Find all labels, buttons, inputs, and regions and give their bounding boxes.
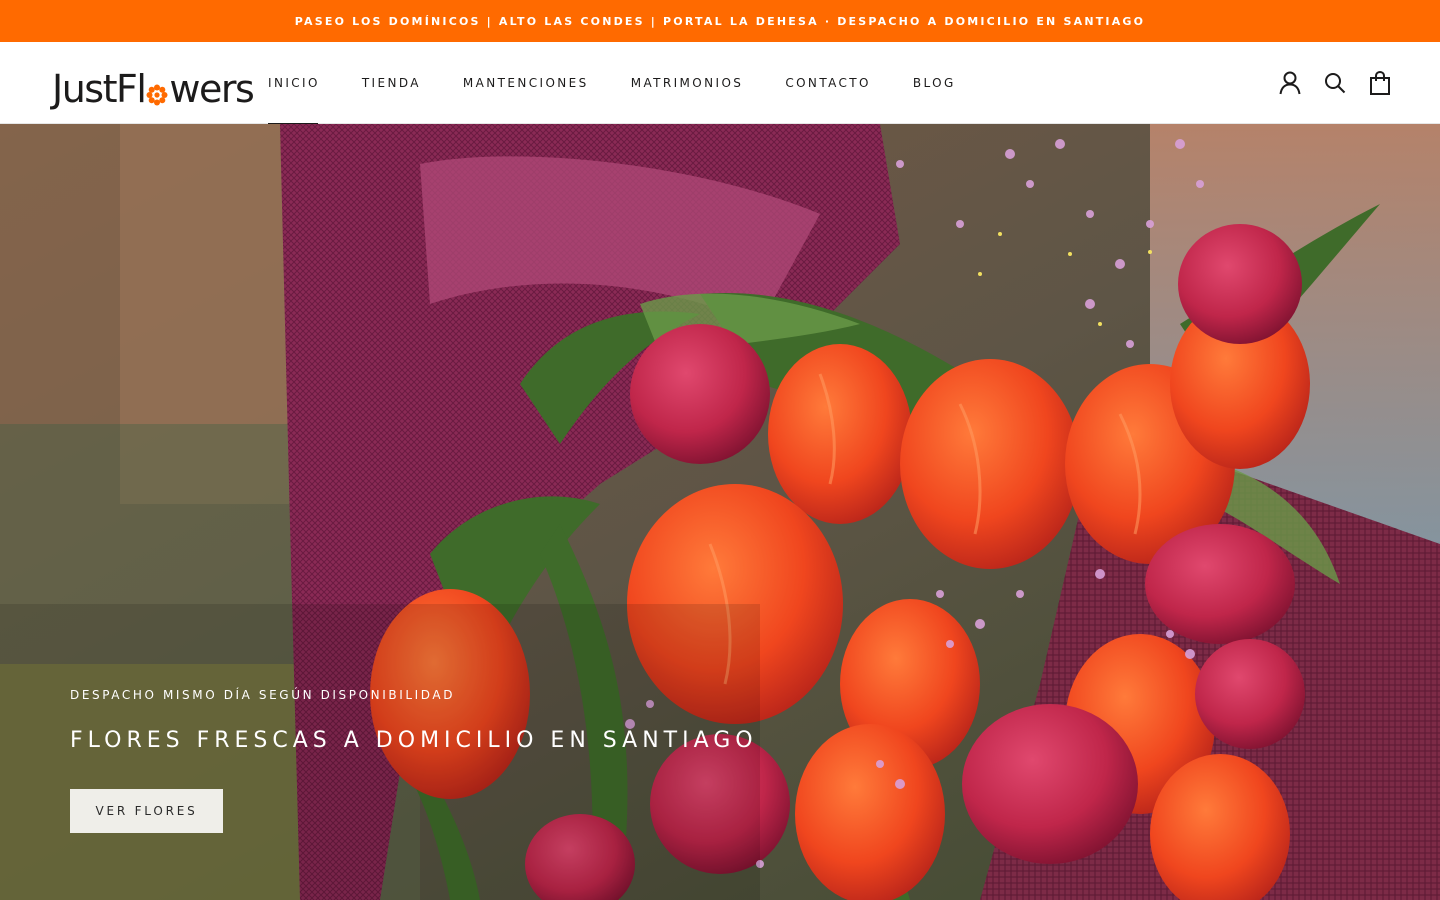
- nav-item-tienda[interactable]: TIENDA: [362, 42, 421, 124]
- nav-label: CONTACTO: [785, 76, 871, 90]
- search-icon[interactable]: [1323, 69, 1347, 97]
- site-logo[interactable]: JustFl wers: [52, 60, 255, 111]
- cart-icon[interactable]: [1368, 69, 1392, 97]
- nav-label: INICIO: [268, 76, 320, 90]
- hero-subtitle: DESPACHO MISMO DÍA SEGÚN DISPONIBILIDAD: [70, 688, 456, 702]
- nav-label: MANTENCIONES: [462, 76, 589, 90]
- main-nav: INICIO TIENDA MANTENCIONES MATRIMONIOS C…: [268, 42, 998, 125]
- nav-item-blog[interactable]: BLOG: [913, 42, 956, 124]
- logo-flower-icon: [146, 84, 168, 106]
- ver-flores-button[interactable]: VER FLORES: [70, 789, 223, 833]
- hero-banner: DESPACHO MISMO DÍA SEGÚN DISPONIBILIDAD …: [0, 124, 1440, 900]
- logo-text-start: JustFl: [52, 67, 147, 111]
- nav-item-contacto[interactable]: CONTACTO: [785, 42, 871, 124]
- logo-text-end: wers: [169, 67, 254, 111]
- nav-item-matrimonios[interactable]: MATRIMONIOS: [631, 42, 744, 124]
- nav-label: MATRIMONIOS: [630, 76, 744, 90]
- header-actions: [1278, 69, 1392, 97]
- hero-title: FLORES FRESCAS A DOMICILIO EN SANTIAGO: [70, 728, 758, 753]
- nav-label: TIENDA: [361, 76, 421, 90]
- site-header: JustFl wers INICIO TIENDA MANTENCIONES M…: [0, 42, 1440, 125]
- hero-content: DESPACHO MISMO DÍA SEGÚN DISPONIBILIDAD …: [70, 688, 758, 833]
- nav-label: BLOG: [912, 76, 956, 90]
- announcement-text: PASEO LOS DOMÍNICOS | ALTO LAS CONDES | …: [294, 14, 1146, 28]
- nav-item-mantenciones[interactable]: MANTENCIONES: [463, 42, 589, 124]
- account-icon[interactable]: [1278, 69, 1302, 97]
- announcement-bar: PASEO LOS DOMÍNICOS | ALTO LAS CONDES | …: [0, 0, 1440, 42]
- nav-item-inicio[interactable]: INICIO: [268, 42, 320, 125]
